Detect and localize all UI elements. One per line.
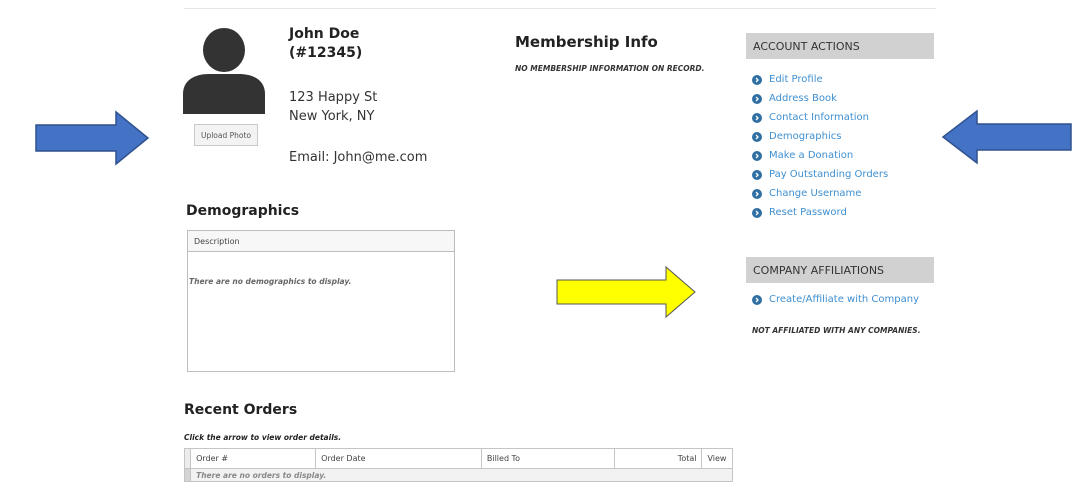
- action-label: Address Book: [769, 93, 837, 104]
- action-pay-outstanding-orders[interactable]: Pay Outstanding Orders: [752, 165, 888, 184]
- demographics-column-description: Description: [188, 231, 454, 252]
- action-edit-profile[interactable]: Edit Profile: [752, 70, 888, 89]
- chevron-right-icon: [752, 74, 762, 85]
- chevron-right-icon: [752, 188, 762, 199]
- orders-column-order-date[interactable]: Order Date: [315, 448, 482, 469]
- action-reset-password[interactable]: Reset Password: [752, 203, 888, 222]
- orders-column-total[interactable]: Total: [614, 448, 703, 469]
- action-change-username[interactable]: Change Username: [752, 184, 888, 203]
- demographics-table: Description There are no demographics to…: [187, 230, 455, 372]
- company-link-label: Create/Affiliate with Company: [769, 294, 920, 305]
- recent-orders-title: Recent Orders: [184, 402, 298, 418]
- orders-header-row: Order # Order Date Billed To Total View: [183, 448, 733, 469]
- avatar-icon: [183, 28, 265, 114]
- action-label: Demographics: [769, 131, 842, 142]
- chevron-right-icon: [752, 150, 762, 161]
- address-line-2: New York, NY: [289, 109, 375, 124]
- demographics-title: Demographics: [186, 203, 300, 219]
- action-address-book[interactable]: Address Book: [752, 89, 888, 108]
- chevron-right-icon: [752, 207, 762, 218]
- chevron-right-icon: [752, 169, 762, 180]
- chevron-right-icon: [752, 294, 762, 305]
- action-label: Make a Donation: [769, 150, 854, 161]
- right-blue-arrow-icon: [941, 109, 1072, 165]
- demographics-empty-message: There are no demographics to display.: [189, 277, 352, 286]
- recent-orders-note: Click the arrow to view order details.: [184, 433, 342, 442]
- action-label: Reset Password: [769, 207, 847, 218]
- orders-column-billed-to[interactable]: Billed To: [480, 448, 616, 469]
- orders-empty-row: There are no orders to display.: [183, 468, 733, 482]
- action-make-a-donation[interactable]: Make a Donation: [752, 146, 888, 165]
- orders-column-order-number[interactable]: Order #: [190, 448, 317, 469]
- membership-note: NO MEMBERSHIP INFORMATION ON RECORD.: [515, 64, 705, 73]
- recent-orders-table: Order # Order Date Billed To Total View …: [183, 448, 733, 482]
- action-contact-information[interactable]: Contact Information: [752, 108, 888, 127]
- company-note: NOT AFFILIATED WITH ANY COMPANIES.: [752, 326, 921, 335]
- profile-address: 123 Happy St New York, NY: [289, 88, 377, 126]
- upload-photo-button[interactable]: Upload Photo: [194, 124, 258, 146]
- profile-email: Email: John@me.com: [289, 150, 428, 165]
- orders-column-view: View: [701, 448, 733, 469]
- yellow-arrow-icon: [556, 265, 696, 319]
- company-affiliations-header: COMPANY AFFILIATIONS: [746, 257, 934, 283]
- chevron-right-icon: [752, 112, 762, 123]
- action-label: Pay Outstanding Orders: [769, 169, 889, 180]
- address-line-1: 123 Happy St: [289, 90, 378, 105]
- create-affiliate-company-link[interactable]: Create/Affiliate with Company: [752, 294, 919, 305]
- action-label: Contact Information: [769, 112, 869, 123]
- action-label: Edit Profile: [769, 74, 823, 85]
- chevron-right-icon: [752, 93, 762, 104]
- action-label: Change Username: [769, 188, 862, 199]
- action-demographics[interactable]: Demographics: [752, 127, 888, 146]
- left-blue-arrow-icon: [35, 110, 150, 166]
- account-actions-header: ACCOUNT ACTIONS: [746, 33, 934, 59]
- membership-title: Membership Info: [515, 33, 658, 51]
- orders-empty-message: There are no orders to display.: [190, 468, 733, 482]
- account-actions-list: Edit Profile Address Book Contact Inform…: [752, 70, 888, 222]
- top-divider: [184, 8, 936, 9]
- chevron-right-icon: [752, 131, 762, 142]
- profile-name: John Doe (#12345): [289, 26, 363, 61]
